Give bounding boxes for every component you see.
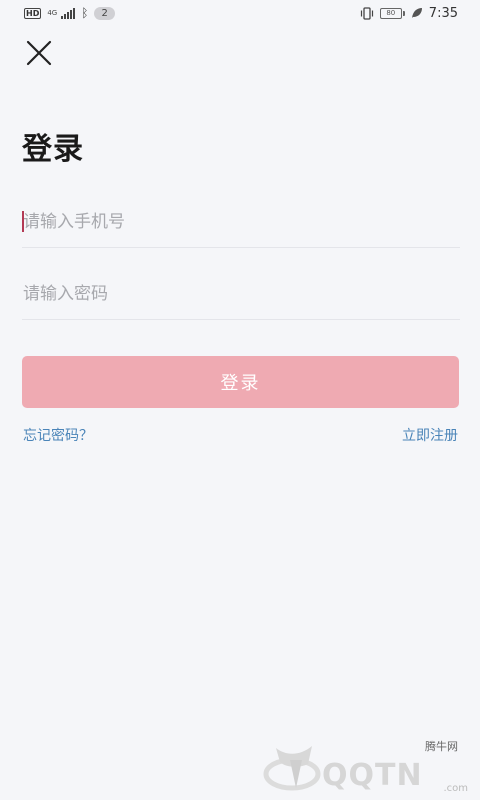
login-button[interactable]: 登录 (22, 356, 459, 408)
phone-input[interactable] (22, 196, 460, 247)
page-title: 登录 (22, 132, 84, 167)
forgot-password-link[interactable]: 忘记密码？ (23, 425, 93, 445)
leaf-icon (411, 8, 422, 18)
password-input[interactable] (22, 268, 460, 319)
watermark-logo-icon (263, 746, 321, 791)
watermark-brand-cn: 腾牛网 (425, 740, 458, 753)
notification-count-badge: 2 (94, 6, 115, 20)
password-field-container (22, 268, 460, 320)
battery-level: 80 (379, 7, 402, 19)
signal-icon (61, 7, 76, 19)
hd-icon: HD (24, 7, 42, 19)
text-caret (22, 211, 24, 232)
battery-icon: 80 (379, 7, 405, 19)
watermark: 腾牛网 QQTN .com (262, 738, 472, 796)
status-right: 80 7:35 (360, 6, 458, 21)
network-type: 4G (47, 8, 58, 17)
register-link[interactable]: 立即注册 (402, 425, 458, 445)
watermark-brand-text: QQTN (322, 758, 423, 793)
phone-field-container (22, 196, 460, 248)
status-time: 7:35 (428, 5, 458, 21)
vibrate-icon (360, 6, 373, 20)
close-icon (26, 40, 52, 66)
status-left: HD 4G ᛒ 2 (24, 6, 115, 20)
close-button[interactable] (24, 38, 54, 68)
watermark-site: .com (443, 783, 468, 794)
bluetooth-icon: ᛒ (81, 6, 89, 20)
status-bar: HD 4G ᛒ 2 80 7:35 (0, 0, 480, 26)
